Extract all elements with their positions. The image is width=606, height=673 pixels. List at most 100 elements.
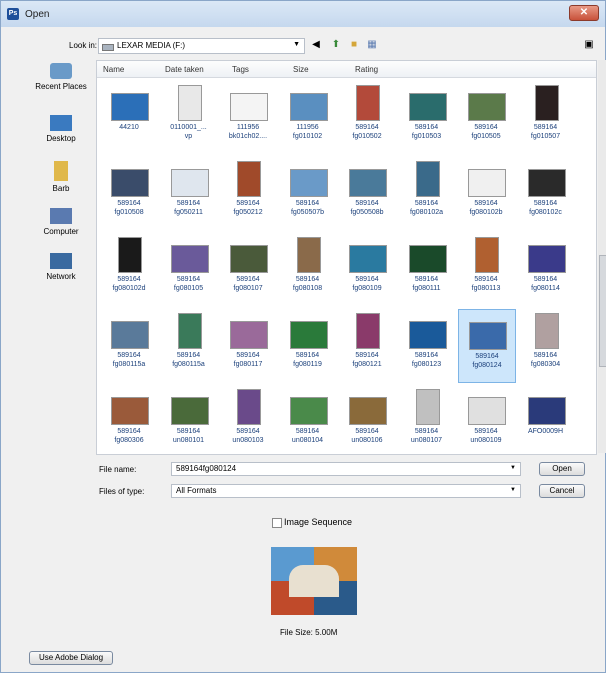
place-desktop[interactable]: Desktop	[29, 115, 93, 143]
file-name-line2: fg080306	[114, 437, 144, 444]
file-name-line1: 589164	[117, 200, 141, 207]
thumbnail-image	[296, 237, 321, 273]
file-item[interactable]: 589164 fg080105	[161, 233, 217, 305]
file-item[interactable]: 589164 fg080115a	[101, 309, 157, 381]
file-item[interactable]: 589164 un080103	[220, 385, 276, 457]
file-item[interactable]: 589164 fg080109	[339, 233, 395, 305]
file-name: 589164 fg050507b	[278, 199, 338, 217]
look-in-dropdown[interactable]: LEXAR MEDIA (F:) ▼	[98, 38, 305, 54]
file-item[interactable]: 0110001_... vp	[161, 81, 217, 153]
file-item[interactable]: 589164 fg080113	[458, 233, 514, 305]
column-name[interactable]: Name	[103, 65, 124, 74]
file-item[interactable]: 589164 fg080117	[220, 309, 276, 381]
file-thumbnail	[220, 81, 276, 121]
file-item[interactable]: 589164 fg080102c	[518, 157, 574, 229]
file-item[interactable]: 589164 fg080123	[399, 309, 455, 381]
file-name-line1: 589164	[236, 428, 260, 435]
thumbnail-image	[408, 321, 447, 349]
thumbnail-image	[408, 245, 447, 273]
file-item[interactable]: 589164 fg050211	[161, 157, 217, 229]
file-name-line1: 0110001_...	[170, 124, 207, 131]
new-folder-icon[interactable]: ■	[348, 39, 360, 51]
preview-image	[271, 547, 357, 615]
file-name: 589164 fg010505	[456, 123, 516, 141]
file-item[interactable]: 589164 un080109	[458, 385, 514, 457]
column-tags[interactable]: Tags	[232, 65, 249, 74]
close-button[interactable]: ✕	[569, 5, 599, 21]
file-name: AFO0009H	[516, 427, 576, 436]
views-icon[interactable]: ▦	[366, 39, 378, 51]
camera-icon[interactable]: ▣	[583, 39, 595, 51]
file-thumbnail	[220, 233, 276, 273]
file-list[interactable]: Name Date taken Tags Size Rating 44210 01…	[96, 60, 597, 455]
file-item[interactable]: 111956 bk01ch02....	[220, 81, 276, 153]
file-item[interactable]: 44210	[101, 81, 157, 153]
file-item[interactable]: 111956 fg010102	[280, 81, 336, 153]
file-name-line1: 589164	[295, 428, 320, 435]
image-sequence-checkbox[interactable]	[272, 518, 282, 528]
file-item[interactable]: 589164 fg050212	[220, 157, 276, 229]
file-item[interactable]: 589164 un080106	[339, 385, 395, 457]
files-of-type-dropdown[interactable]: All Formats ▼	[171, 484, 521, 498]
file-item[interactable]: 589164 fg080108	[280, 233, 336, 305]
file-item[interactable]: 589164 fg010505	[458, 81, 514, 153]
look-in-value: LEXAR MEDIA (F:)	[117, 41, 186, 50]
file-name-value: 589164fg080124	[176, 464, 237, 473]
file-item[interactable]: 589164 fg080111	[399, 233, 455, 305]
chevron-down-icon: ▼	[293, 41, 300, 48]
file-name-line2: fg080114	[531, 285, 560, 292]
cancel-button[interactable]: Cancel	[539, 484, 585, 498]
file-name-line2: fg050508b	[350, 209, 384, 216]
file-item[interactable]: 589164 fg080306	[101, 385, 157, 457]
file-item[interactable]: 589164 fg080115a	[161, 309, 217, 381]
file-name: 111956 fg010102	[278, 123, 338, 141]
file-item[interactable]: 589164 fg050508b	[339, 157, 395, 229]
file-name-line1: 589164	[474, 124, 498, 131]
thumbnail-image	[170, 169, 209, 197]
place-network[interactable]: Network	[29, 253, 93, 281]
file-item[interactable]: 589164 fg080119	[280, 309, 336, 381]
file-name-line1: 589164	[355, 428, 379, 435]
file-item[interactable]: 589164 un080101	[161, 385, 217, 457]
file-item[interactable]: 589164 un080104	[280, 385, 336, 457]
column-size[interactable]: Size	[293, 65, 309, 74]
file-item[interactable]: 589164 fg080304	[518, 309, 574, 381]
file-item[interactable]: 589164 un080107	[399, 385, 455, 457]
place-recent[interactable]: Recent Places	[29, 63, 93, 91]
vertical-scrollbar[interactable]	[598, 60, 606, 453]
scroll-thumb[interactable]	[599, 255, 606, 367]
file-item[interactable]: 589164 fg010502	[339, 81, 395, 153]
column-header: Name Date taken Tags Size Rating	[97, 61, 596, 78]
file-item[interactable]: 589164 fg080107	[220, 233, 276, 305]
up-folder-icon[interactable]: ⬆	[330, 39, 342, 51]
use-adobe-dialog-button[interactable]: Use Adobe Dialog	[29, 651, 113, 665]
column-date-taken[interactable]: Date taken	[165, 65, 204, 74]
file-name-line1: 589164	[414, 276, 439, 283]
file-name: 589164 fg080107	[218, 275, 278, 293]
file-item[interactable]: 589164 fg080114	[518, 233, 574, 305]
file-item[interactable]: 589164 fg010508	[101, 157, 157, 229]
file-name-line1: 589164	[176, 428, 201, 435]
file-name-line2: fg080109	[352, 285, 382, 292]
file-item[interactable]: 589164 fg080102d	[101, 233, 157, 305]
file-item[interactable]: 589164 fg080121	[339, 309, 395, 381]
file-item[interactable]: 589164 fg010507	[518, 81, 574, 153]
file-name: 589164 fg080121	[337, 351, 397, 369]
file-name-input[interactable]: 589164fg080124 ▼	[171, 462, 521, 476]
file-thumbnail	[161, 233, 217, 273]
file-item[interactable]: 589164 fg050507b	[280, 157, 336, 229]
open-button[interactable]: Open	[539, 462, 585, 476]
file-item[interactable]: 589164 fg080102b	[458, 157, 514, 229]
file-item[interactable]: 589164 fg010503	[399, 81, 455, 153]
column-rating[interactable]: Rating	[355, 65, 378, 74]
file-item[interactable]: 589164 fg080102a	[399, 157, 455, 229]
file-item[interactable]: 589164 fg080124	[458, 309, 516, 383]
file-name: 589164 fg010503	[397, 123, 457, 141]
place-label: Desktop	[46, 134, 76, 143]
file-item[interactable]: AFO0009H	[518, 385, 574, 457]
file-name: 589164 un080107	[397, 427, 457, 445]
place-barb[interactable]: Barb	[29, 161, 93, 193]
file-thumbnail	[161, 385, 217, 425]
back-icon[interactable]: ◀	[310, 39, 322, 51]
place-computer[interactable]: Computer	[29, 208, 93, 236]
